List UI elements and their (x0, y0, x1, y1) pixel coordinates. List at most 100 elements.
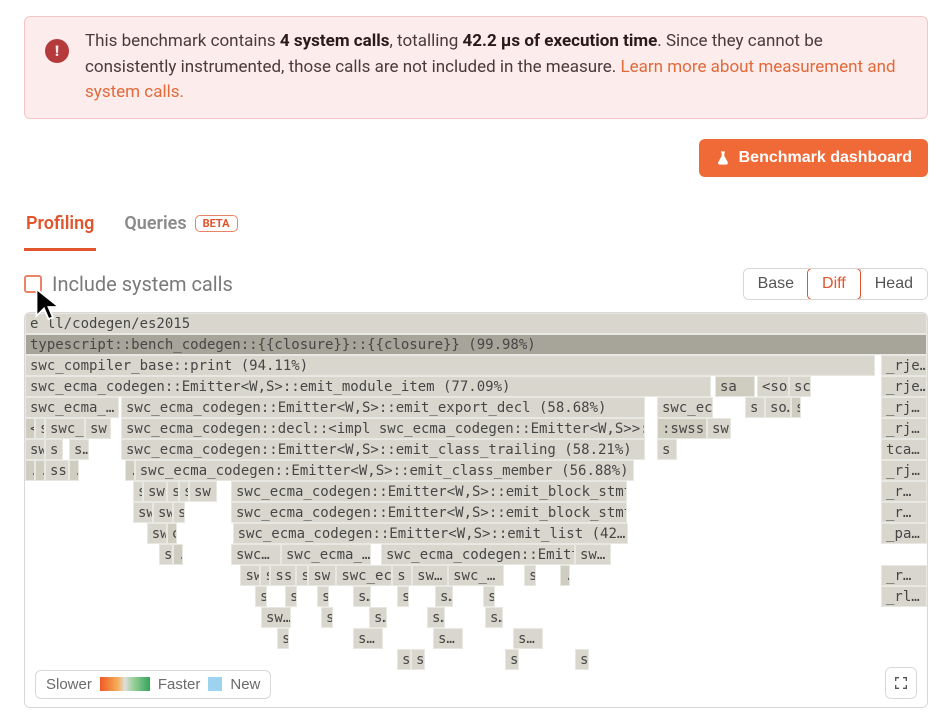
flame-frame[interactable]: s… (513, 628, 543, 649)
flame-frame[interactable]: _r… (881, 565, 927, 586)
flame-frame[interactable]: s (524, 565, 536, 586)
flame-frame[interactable]: sw (308, 565, 336, 586)
flame-frame[interactable]: s (255, 586, 267, 607)
flame-frame[interactable]: < (25, 418, 35, 439)
flame-frame[interactable]: s… (433, 628, 463, 649)
flame-frame[interactable]: swc_… (448, 565, 504, 586)
flame-frame[interactable]: sw (133, 502, 153, 523)
flame-frame[interactable]: <so… (757, 376, 789, 397)
flame-frame[interactable]: s (575, 649, 589, 670)
flame-frame[interactable]: s (133, 481, 143, 502)
flame-frame[interactable]: s (317, 586, 329, 607)
flame-frame[interactable]: s (411, 649, 425, 670)
fullscreen-button[interactable] (885, 667, 917, 699)
flame-frame[interactable]: s (505, 649, 519, 670)
flame-frame[interactable]: sw (707, 418, 731, 439)
flame-frame[interactable]: s (285, 586, 297, 607)
flame-frame[interactable]: _rl… (881, 586, 927, 607)
flame-frame[interactable]: sw (85, 418, 111, 439)
view-head-button[interactable]: Head (860, 269, 927, 299)
flame-frame[interactable]: s (397, 586, 409, 607)
flame-frame[interactable]: :swss (657, 418, 707, 439)
flame-frame[interactable]: swc_… (45, 418, 85, 439)
flame-frame[interactable]: sw (25, 439, 45, 460)
flame-frame[interactable]: swc_ecma_codegen::Emitter<W,S>::emit_blo… (231, 481, 627, 502)
flame-frame[interactable]: s (260, 565, 270, 586)
flame-frame[interactable]: . (35, 460, 45, 481)
flame-frame[interactable]: swc_ecma_codegen::Emitter<… (381, 544, 575, 565)
benchmark-dashboard-button[interactable]: Benchmark dashboard (699, 139, 928, 177)
flame-frame[interactable]: s (296, 565, 308, 586)
flame-frame[interactable]: _r… (881, 481, 927, 502)
flame-frame[interactable]: swc_ecma_… (25, 397, 119, 418)
flame-frame[interactable]: s… (69, 439, 89, 460)
flame-frame[interactable]: sw (153, 502, 173, 523)
flame-frame[interactable]: s (45, 439, 63, 460)
flame-frame[interactable]: _rje… (881, 355, 927, 376)
flame-frame[interactable]: sa (715, 376, 755, 397)
flame-frame[interactable]: s… (369, 607, 387, 628)
flame-frame[interactable]: sw… (575, 544, 611, 565)
flame-frame[interactable]: sw (143, 481, 167, 502)
flame-frame[interactable]: swc_ec… (657, 397, 713, 418)
flame-frame[interactable]: s (397, 649, 411, 670)
flame-frame[interactable]: _pa… (881, 523, 927, 544)
flame-frame[interactable]: s (167, 481, 179, 502)
flame-frame[interactable]: swc_ecma_codegen::Emitter<W,S>::emit_mod… (25, 376, 711, 397)
flame-frame[interactable]: typescript::bench_codegen::{{closure}}::… (25, 334, 927, 355)
flame-frame[interactable]: swc_ecma_codegen::decl::<impl swc_ecma_c… (121, 418, 645, 439)
flame-frame[interactable]: . (560, 565, 570, 586)
flame-frame[interactable]: _rj… (881, 397, 927, 418)
flame-frame[interactable]: _rj… (881, 460, 927, 481)
flame-frame[interactable]: swc… (231, 544, 281, 565)
flame-frame[interactable]: . (125, 460, 135, 481)
flame-frame[interactable]: sw (240, 565, 260, 586)
flame-frame[interactable]: swc_compiler_base::print (94.11%) (25, 355, 875, 376)
flame-frame[interactable]: s… (485, 607, 503, 628)
flame-frame[interactable]: swc_ecma_… (281, 544, 371, 565)
flame-frame[interactable]: s… (35, 418, 45, 439)
flame-frame[interactable]: c (167, 523, 177, 544)
flame-frame[interactable]: s (483, 586, 495, 607)
flame-frame[interactable]: s… (427, 607, 445, 628)
flame-frame[interactable]: swc_ecma_codegen::Emitter<W,S>::emit_exp… (121, 397, 645, 418)
flame-frame[interactable]: swc_ec… (336, 565, 392, 586)
flame-frame[interactable]: sw (147, 523, 167, 544)
flame-frame[interactable]: swc_ecma_codegen::Emitter<W,S>::emit_blo… (231, 502, 627, 523)
flame-frame[interactable]: so… (765, 397, 791, 418)
flame-frame[interactable]: s (321, 607, 333, 628)
include-system-calls[interactable]: Include system calls (24, 272, 233, 296)
view-diff-button[interactable]: Diff (807, 268, 861, 300)
flame-frame[interactable]: swc_ecma_codegen::Emitter<W,S>::emit_cla… (121, 439, 645, 460)
flamegraph[interactable]: e ll/codegen/es2015typescript::bench_cod… (24, 312, 928, 708)
flame-frame[interactable]: s (277, 628, 289, 649)
flame-frame[interactable]: . (25, 460, 35, 481)
flame-frame[interactable]: e ll/codegen/es2015 (25, 313, 927, 334)
flame-frame[interactable]: swc_ecma_codegen::Emitter<W,S>::emit_lis… (233, 523, 628, 544)
flame-frame[interactable]: . (69, 460, 79, 481)
flame-frame[interactable]: sw… (412, 565, 448, 586)
flame-frame[interactable]: sw (189, 481, 217, 502)
flame-frame[interactable]: _rj… (881, 418, 927, 439)
flame-frame[interactable]: sc… (789, 376, 811, 397)
tab-profiling[interactable]: Profiling (24, 207, 96, 251)
flame-frame[interactable]: _rje… (881, 376, 927, 397)
flame-frame[interactable]: s (392, 565, 412, 586)
flame-frame[interactable]: ss (45, 460, 69, 481)
flame-frame[interactable]: s… (179, 481, 189, 502)
flame-frame[interactable]: s (657, 439, 677, 460)
flame-frame[interactable]: s (173, 502, 185, 523)
flame-frame[interactable]: tca… (881, 439, 927, 460)
include-system-calls-checkbox[interactable] (24, 275, 42, 293)
tab-queries[interactable]: Queries BETA (122, 207, 239, 251)
flame-frame[interactable]: _r… (881, 502, 927, 523)
flame-frame[interactable]: s… (353, 586, 371, 607)
flame-frame[interactable]: sw… (261, 607, 291, 628)
flame-frame[interactable]: s… (353, 628, 383, 649)
flame-frame[interactable]: s (745, 397, 765, 418)
flame-frame[interactable]: s (159, 544, 173, 565)
view-base-button[interactable]: Base (744, 269, 808, 299)
flame-frame[interactable]: s… (435, 586, 453, 607)
flame-frame[interactable]: swc_ecma_codegen::Emitter<W,S>::emit_cla… (135, 460, 635, 481)
flame-frame[interactable]: ss (270, 565, 296, 586)
